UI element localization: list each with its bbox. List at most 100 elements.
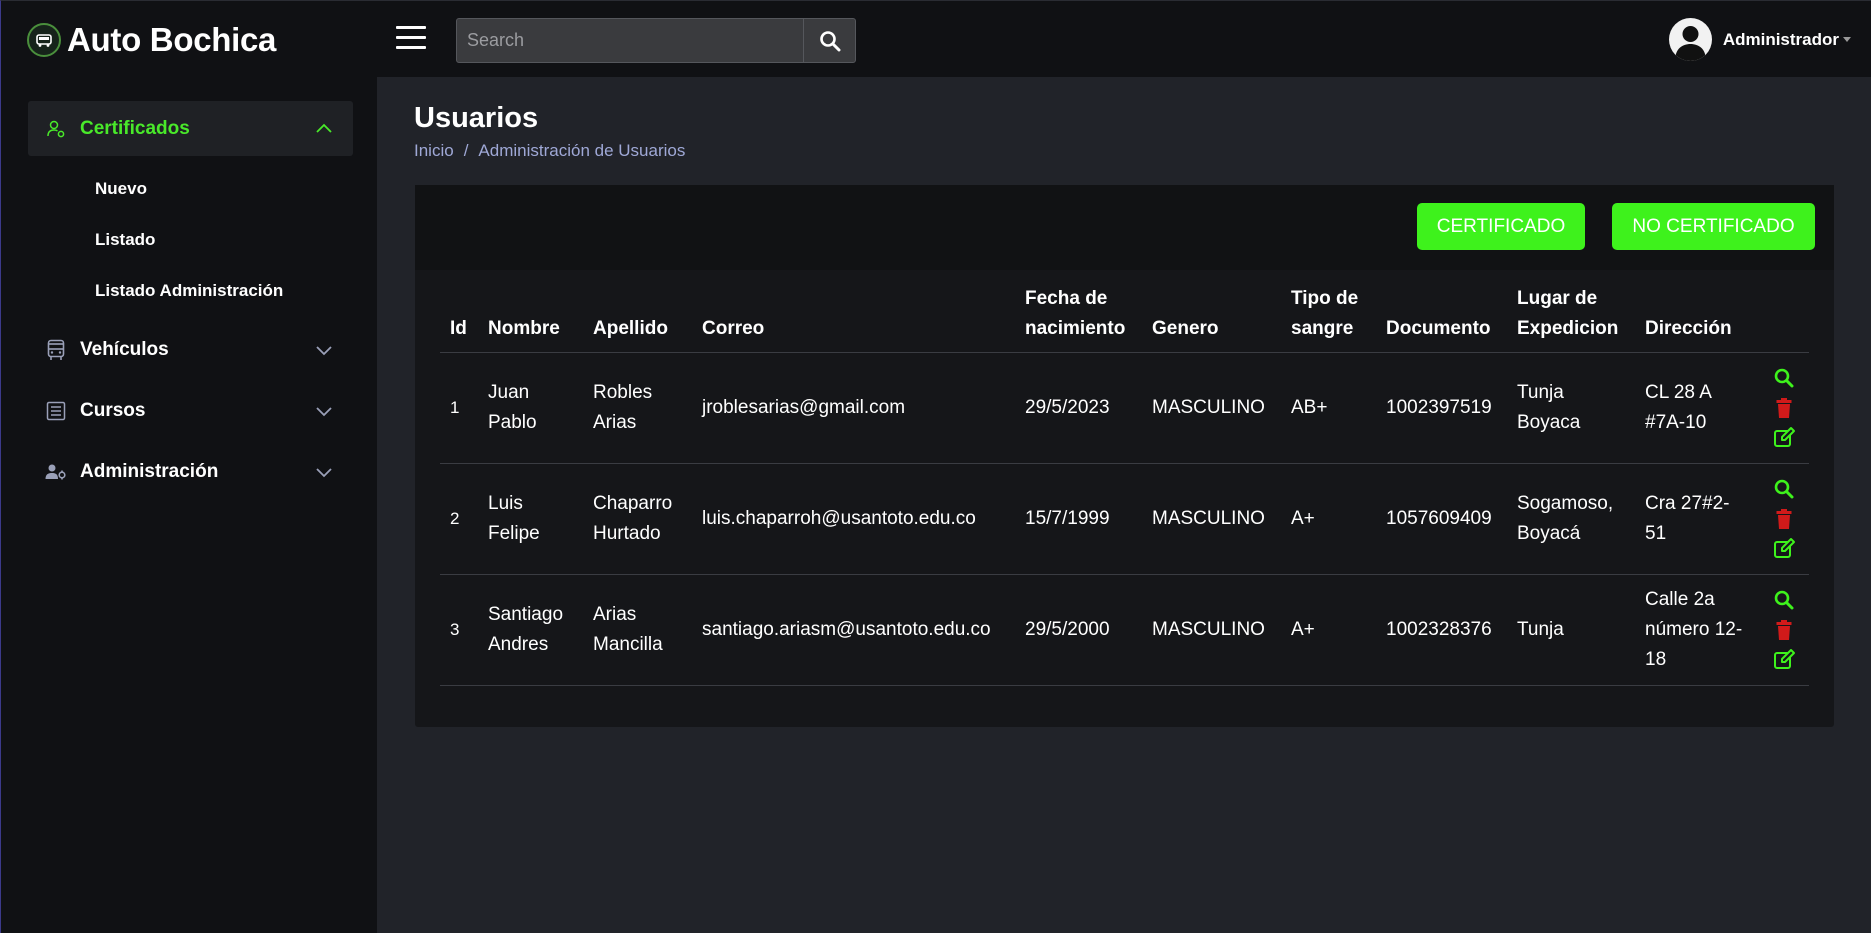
caret-down-icon <box>1843 37 1851 42</box>
cell-apellido: Chaparro Hurtado <box>583 463 692 575</box>
cell-sangre: A+ <box>1281 463 1376 575</box>
cell-apellido: Arias Mancilla <box>583 574 692 686</box>
table-header-row: Id Nombre Apellido Correo Fecha de nacim… <box>440 275 1809 353</box>
cell-genero: MASCULINO <box>1142 574 1281 686</box>
cell-documento: 1002397519 <box>1376 352 1507 464</box>
sidebar-subitem-listado[interactable]: Listado <box>95 230 155 250</box>
user-menu[interactable]: Administrador <box>1668 18 1851 61</box>
cell-fecha: 15/7/1999 <box>1015 463 1142 575</box>
cell-genero: MASCULINO <box>1142 352 1281 464</box>
view-search-icon[interactable] <box>1772 477 1796 501</box>
cell-fecha: 29/5/2023 <box>1015 352 1142 464</box>
brand-logo[interactable]: Auto Bochica <box>27 21 276 59</box>
sidebar-subitem-nuevo[interactable]: Nuevo <box>95 179 147 199</box>
cell-nombre: Santiago Andres <box>478 574 583 686</box>
certificado-button[interactable]: CERTIFICADO <box>1417 203 1585 250</box>
edit-pencil-icon[interactable] <box>1772 426 1796 450</box>
chevron-up-icon <box>316 123 332 133</box>
table-row: 3 Santiago Andres Arias Mancilla santiag… <box>440 574 1809 686</box>
view-search-icon[interactable] <box>1772 588 1796 612</box>
page-title: Usuarios <box>414 102 539 134</box>
sidebar-item-label: Cursos <box>80 399 146 421</box>
cell-documento: 1002328376 <box>1376 574 1507 686</box>
breadcrumb-separator: / <box>463 141 469 160</box>
table-row: 2 Luis Felipe Chaparro Hurtado luis.chap… <box>440 463 1809 575</box>
cell-correo: jroblesarias@gmail.com <box>692 352 1015 464</box>
delete-trash-icon[interactable] <box>1772 507 1796 531</box>
cell-nombre: Juan Pablo <box>478 352 583 464</box>
cell-lugar: Tunja Boyaca <box>1507 352 1635 464</box>
edit-pencil-icon[interactable] <box>1772 537 1796 561</box>
cell-apellido: Robles Arias <box>583 352 692 464</box>
cell-genero: MASCULINO <box>1142 463 1281 575</box>
users-table: Id Nombre Apellido Correo Fecha de nacim… <box>440 275 1809 686</box>
cell-lugar: Sogamoso, Boyacá <box>1507 463 1635 575</box>
user-gear-icon <box>45 118 67 140</box>
table-row: 1 Juan Pablo Robles Arias jroblesarias@g… <box>440 352 1809 464</box>
column-header-fecha-nacimiento: Fecha de nacimiento <box>1015 275 1142 353</box>
column-header-actions <box>1759 275 1809 353</box>
column-header-documento: Documento <box>1376 275 1507 353</box>
card-toolbar: CERTIFICADO NO CERTIFICADO <box>415 185 1834 270</box>
column-header-correo: Correo <box>692 275 1015 353</box>
cell-actions <box>1759 574 1809 686</box>
sidebar-item-cursos[interactable]: Cursos <box>28 383 353 438</box>
chevron-down-icon <box>316 407 332 417</box>
edit-pencil-icon[interactable] <box>1772 648 1796 672</box>
brand-name: Auto Bochica <box>67 21 277 58</box>
cell-direccion: Calle 2a número 12-18 <box>1635 574 1759 686</box>
user-name: Administrador <box>1722 29 1839 49</box>
column-header-apellido: Apellido <box>583 275 692 353</box>
menu-toggle-icon[interactable] <box>396 26 426 54</box>
column-header-lugar-expedicion: Lugar de Expedicion <box>1507 275 1635 353</box>
cell-sangre: A+ <box>1281 574 1376 686</box>
cell-actions <box>1759 352 1809 464</box>
cell-id: 3 <box>440 574 478 686</box>
breadcrumb-current: Administración de Usuarios <box>478 141 686 160</box>
cell-id: 2 <box>440 463 478 575</box>
search-icon <box>819 30 840 51</box>
search-input[interactable] <box>457 30 803 51</box>
users-card: CERTIFICADO NO CERTIFICADO Id Nombre Ape… <box>415 185 1834 727</box>
sidebar: Certificados Nuevo Listado Listado Admin… <box>0 77 377 933</box>
column-header-id: Id <box>440 275 478 353</box>
breadcrumb-home-link[interactable]: Inicio <box>414 141 454 161</box>
cell-direccion: Cra 27#2-51 <box>1635 463 1759 575</box>
sidebar-item-label: Certificados <box>80 117 190 139</box>
top-header: Auto Bochica Administrador <box>0 0 1871 77</box>
cell-documento: 1057609409 <box>1376 463 1507 575</box>
cell-fecha: 29/5/2000 <box>1015 574 1142 686</box>
cell-correo: luis.chaparroh@usantoto.edu.co <box>692 463 1015 575</box>
sidebar-subitem-listado-administracion[interactable]: Listado Administración <box>95 281 283 301</box>
avatar <box>1668 18 1712 61</box>
list-icon <box>45 400 67 422</box>
cell-actions <box>1759 463 1809 575</box>
column-header-nombre: Nombre <box>478 275 583 353</box>
bus-icon <box>45 339 67 361</box>
cell-id: 1 <box>440 352 478 464</box>
delete-trash-icon[interactable] <box>1772 618 1796 642</box>
users-gear-icon <box>45 461 67 483</box>
sidebar-item-label: Vehículos <box>80 338 169 360</box>
no-certificado-button[interactable]: NO CERTIFICADO <box>1612 203 1815 250</box>
column-header-genero: Genero <box>1142 275 1281 353</box>
cell-direccion: CL 28 A #7A-10 <box>1635 352 1759 464</box>
search-button[interactable] <box>803 19 855 62</box>
cell-correo: santiago.ariasm@usantoto.edu.co <box>692 574 1015 686</box>
delete-trash-icon[interactable] <box>1772 396 1796 420</box>
cell-lugar: Tunja <box>1507 574 1635 686</box>
search-box <box>456 18 856 63</box>
sidebar-item-vehiculos[interactable]: Vehículos <box>28 322 353 377</box>
column-header-tipo-sangre: Tipo de sangre <box>1281 275 1376 353</box>
sidebar-item-certificados[interactable]: Certificados <box>28 101 353 156</box>
cell-nombre: Luis Felipe <box>478 463 583 575</box>
breadcrumb: Inicio / Administración de Usuarios <box>414 141 685 161</box>
chevron-down-icon <box>316 468 332 478</box>
view-search-icon[interactable] <box>1772 366 1796 390</box>
bus-logo-icon <box>27 23 61 57</box>
column-header-direccion: Dirección <box>1635 275 1759 353</box>
sidebar-item-label: Administración <box>80 460 219 482</box>
cell-sangre: AB+ <box>1281 352 1376 464</box>
chevron-down-icon <box>316 346 332 356</box>
sidebar-item-administracion[interactable]: Administración <box>28 444 353 499</box>
